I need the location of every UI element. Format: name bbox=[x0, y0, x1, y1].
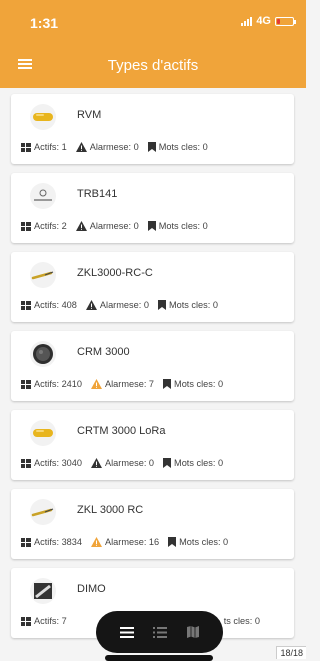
keyword-count-label: Mots cles: 0 bbox=[168, 300, 218, 310]
bookmark-icon bbox=[163, 458, 174, 468]
asset-type-name: CRM 3000 bbox=[77, 346, 130, 358]
assets-count: Actifs: 408 bbox=[21, 300, 77, 310]
warning-icon bbox=[91, 537, 105, 547]
assets-count: Actifs: 1 bbox=[21, 142, 67, 152]
alarm-count: Alarmese: 0 bbox=[75, 142, 139, 152]
alarm-count-label: Alarmese: 0 bbox=[89, 142, 139, 152]
page-title: Types d'actifs bbox=[107, 57, 199, 74]
assets-count-label: Actifs: 1 bbox=[34, 142, 67, 152]
battery-icon bbox=[275, 16, 296, 26]
keyword-count-label: Mots cles: 0 bbox=[158, 142, 208, 152]
asset-type-name: TRB141 bbox=[77, 188, 118, 200]
page-counter: 18/18 bbox=[276, 646, 306, 659]
assets-count: Actifs: 2410 bbox=[21, 379, 82, 389]
assets-count-label: Actifs: 408 bbox=[34, 300, 77, 310]
bookmark-icon bbox=[157, 300, 169, 310]
assets-count: Actifs: 3834 bbox=[21, 537, 82, 547]
assets-grid-icon bbox=[21, 537, 34, 547]
warning-icon bbox=[75, 142, 90, 152]
keyword-count-label: Mots cles: 0 bbox=[158, 221, 208, 231]
warning-icon bbox=[91, 379, 105, 389]
status-time: 1:31 bbox=[30, 15, 59, 31]
asset-stats: Actifs: 2 Alarmese: 0 Mots cles: 0 bbox=[21, 221, 288, 231]
asset-type-card[interactable]: RVM Actifs: 1 Alarmese: 0 Mots cles: 0 bbox=[11, 94, 294, 164]
keyword-count-label: Mots cles: 0 bbox=[174, 379, 224, 389]
bookmark-icon bbox=[147, 142, 159, 152]
network-label: 4G bbox=[256, 15, 271, 27]
asset-type-name: DIMO bbox=[77, 583, 106, 595]
keyword-count: Mots cles: 0 bbox=[147, 142, 208, 152]
alarm-count: Alarmese: 16 bbox=[91, 537, 159, 547]
bookmark-icon bbox=[163, 379, 174, 389]
keyword-count: Mots cles: 0 bbox=[163, 379, 223, 389]
round-sensor-device-icon bbox=[30, 341, 56, 367]
warning-icon bbox=[75, 221, 90, 231]
gateway-logo-icon bbox=[30, 183, 56, 209]
asset-stats: Actifs: 3834 Alarmese: 16 Mots cles: 0 bbox=[21, 537, 288, 547]
assets-count: Actifs: 3040 bbox=[21, 458, 82, 468]
alarm-count: Alarmese: 0 bbox=[91, 458, 154, 468]
asset-type-name: RVM bbox=[77, 109, 102, 121]
signal-icon bbox=[241, 16, 253, 26]
keyword-count-label: ts cles: 0 bbox=[223, 616, 260, 626]
assets-grid-icon bbox=[21, 458, 34, 468]
assets-count-label: Actifs: 7 bbox=[34, 616, 67, 626]
alarm-count-label: Alarmese: 0 bbox=[99, 300, 149, 310]
yellow-capsule-device-icon bbox=[30, 420, 56, 446]
asset-type-card[interactable]: ZKL3000-RC-C Actifs: 408 Alarmese: 0 Mots c… bbox=[11, 252, 294, 322]
home-indicator bbox=[105, 655, 213, 661]
asset-type-card[interactable]: CRTM 3000 LoRa Actifs: 3040 Alarmese: 0 Mot… bbox=[11, 410, 294, 480]
box-device-icon bbox=[30, 578, 56, 604]
rail-clip-device-icon bbox=[30, 262, 56, 288]
assets-count: Actifs: 2 bbox=[21, 221, 67, 231]
asset-stats: Actifs: 2410 Alarmese: 7 Mots cles: 0 bbox=[21, 379, 288, 389]
warning-icon bbox=[85, 300, 100, 310]
alarm-count: Alarmese: 7 bbox=[91, 379, 154, 389]
asset-type-name: ZKL3000-RC-C bbox=[77, 267, 153, 279]
status-bar: 1:31 4G bbox=[0, 0, 306, 40]
assets-count-label: Actifs: 3040 bbox=[34, 458, 83, 468]
bookmark-icon bbox=[168, 537, 179, 547]
asset-type-list: RVM Actifs: 1 Alarmese: 0 Mots cles: 0 TRB14… bbox=[11, 94, 294, 647]
assets-count-label: Actifs: 2410 bbox=[34, 379, 83, 389]
app-header: 1:31 4G Types d'actifs bbox=[0, 0, 306, 88]
assets-count: Actifs: 7 bbox=[21, 616, 67, 626]
asset-type-card[interactable]: TRB141 Actifs: 2 Alarmese: 0 Mots cles: 0 bbox=[11, 173, 294, 243]
asset-type-card[interactable]: ZKL 3000 RC Actifs: 3834 Alarmese: 16 Mots … bbox=[11, 489, 294, 559]
warning-icon bbox=[91, 458, 105, 468]
asset-type-card[interactable]: CRM 3000 Actifs: 2410 Alarmese: 7 Mots cles… bbox=[11, 331, 294, 401]
alarm-count: Alarmese: 0 bbox=[85, 300, 149, 310]
map-icon[interactable] bbox=[183, 622, 203, 642]
assets-grid-icon bbox=[21, 300, 34, 310]
assets-grid-icon bbox=[21, 221, 34, 231]
bookmark-icon bbox=[147, 221, 159, 231]
alarm-count-label: Alarmese: 16 bbox=[105, 537, 160, 547]
rail-clip-device-icon bbox=[30, 499, 56, 525]
keyword-count: Mots cles: 0 bbox=[147, 221, 208, 231]
assets-grid-icon bbox=[21, 379, 34, 389]
bottom-nav bbox=[96, 611, 223, 653]
keyword-count-label: Mots cles: 0 bbox=[179, 537, 229, 547]
alarm-count-label: Alarmese: 7 bbox=[105, 379, 155, 389]
assets-count-label: Actifs: 3834 bbox=[34, 537, 83, 547]
list-icon[interactable] bbox=[150, 622, 170, 642]
keyword-count: Mots cles: 0 bbox=[168, 537, 228, 547]
alarm-count-label: Alarmese: 0 bbox=[105, 458, 155, 468]
asset-type-name: ZKL 3000 RC bbox=[77, 504, 144, 516]
assets-grid-icon bbox=[21, 142, 34, 152]
alarm-count: Alarmese: 0 bbox=[75, 221, 139, 231]
assets-count-label: Actifs: 2 bbox=[34, 221, 67, 231]
asset-stats: Actifs: 1 Alarmese: 0 Mots cles: 0 bbox=[21, 142, 288, 152]
keyword-count-label: Mots cles: 0 bbox=[174, 458, 224, 468]
assets-grid-icon bbox=[21, 616, 34, 626]
asset-stats: Actifs: 3040 Alarmese: 0 Mots cles: 0 bbox=[21, 458, 288, 468]
keyword-count: Mots cles: 0 bbox=[163, 458, 223, 468]
hamburger-icon[interactable] bbox=[117, 622, 137, 642]
alarm-count-label: Alarmese: 0 bbox=[89, 221, 139, 231]
asset-type-name: CRTM 3000 LoRa bbox=[77, 425, 166, 437]
keyword-count: Mots cles: 0 bbox=[157, 300, 218, 310]
asset-stats: Actifs: 408 Alarmese: 0 Mots cles: 0 bbox=[21, 300, 288, 310]
status-indicators: 4G bbox=[241, 15, 296, 27]
yellow-capsule-device-icon bbox=[30, 104, 56, 130]
